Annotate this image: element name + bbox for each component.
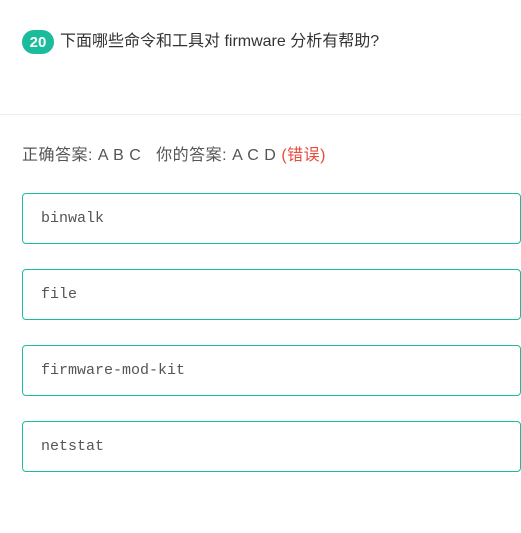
correct-answer-value: A B C bbox=[98, 147, 141, 164]
your-answer-label: 你的答案: bbox=[156, 147, 232, 164]
option-b[interactable]: file bbox=[22, 269, 521, 320]
question-header: 20 下面哪些命令和工具对 firmware 分析有帮助? bbox=[0, 0, 521, 54]
correct-answer-label: 正确答案: bbox=[22, 147, 98, 164]
option-c[interactable]: firmware-mod-kit bbox=[22, 345, 521, 396]
option-d[interactable]: netstat bbox=[22, 421, 521, 472]
answer-section: 正确答案: A B C 你的答案: A C D (错误) binwalk fil… bbox=[0, 114, 521, 472]
question-text: 下面哪些命令和工具对 firmware 分析有帮助? bbox=[60, 30, 379, 54]
question-number-badge: 20 bbox=[22, 30, 54, 54]
your-answer-value: A C D bbox=[232, 147, 276, 164]
answer-status: (错误) bbox=[281, 147, 326, 164]
answer-line: 正确答案: A B C 你的答案: A C D (错误) bbox=[22, 141, 521, 165]
option-a[interactable]: binwalk bbox=[22, 193, 521, 244]
